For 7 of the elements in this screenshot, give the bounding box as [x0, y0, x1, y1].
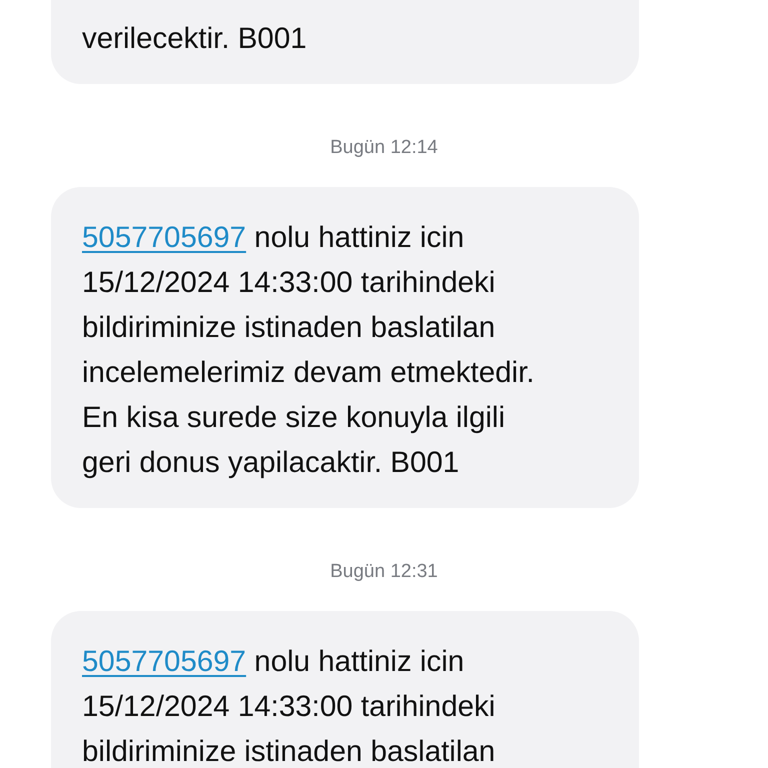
message-timestamp: Bugün 12:31 [330, 562, 438, 582]
phone-number-link[interactable]: 5057705697 [82, 221, 246, 254]
message-text: 5057705697 nolu hattiniz icin 15/12/2024 14:33:00 tarihindeki bildiriminize istinaden baslatilan [82, 644, 496, 768]
message-text: 5057705697 nolu hattiniz icin 15/12/2024 14:33:00 tarihindeki bildiriminize istinaden baslatilan incelemelerimiz devam etmektedir. En kisa surede size konuyla ilgili geri donus yapilacaktir. B001 [82, 220, 536, 481]
phone-number-link[interactable]: 5057705697 [82, 645, 246, 678]
message-text: verilecektir. B001 [82, 21, 308, 57]
message-timestamp: Bugün 12:14 [330, 138, 438, 158]
